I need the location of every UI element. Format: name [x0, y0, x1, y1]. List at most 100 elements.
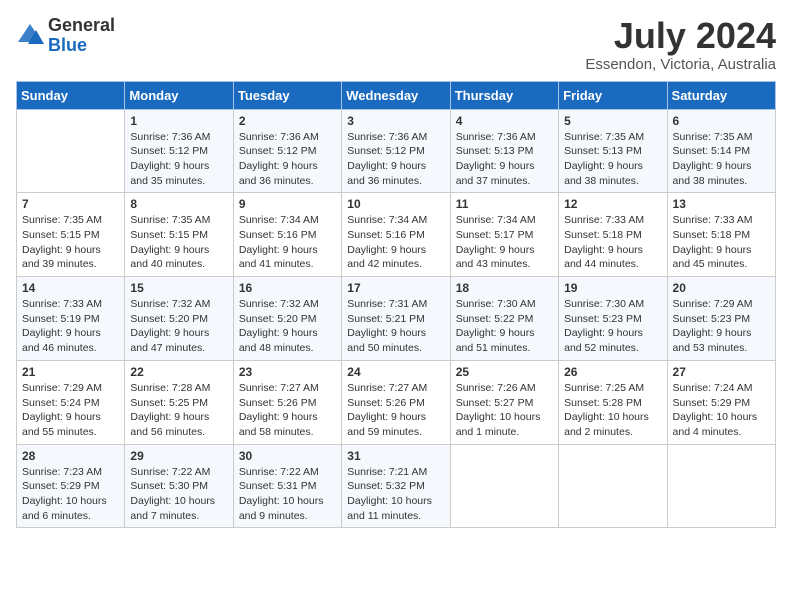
day-cell: 4 Sunrise: 7:36 AM Sunset: 5:13 PM Daylig… [450, 109, 558, 193]
day-info: Sunrise: 7:35 AM Sunset: 5:13 PM Dayligh… [564, 130, 661, 189]
day-info: Sunrise: 7:22 AM Sunset: 5:31 PM Dayligh… [239, 465, 336, 524]
day-number: 3 [347, 114, 444, 128]
day-info: Sunrise: 7:24 AM Sunset: 5:29 PM Dayligh… [673, 381, 770, 440]
calendar-body: 1Sunrise: 7:36 AM Sunset: 5:12 PM Daylig… [17, 109, 776, 528]
day-info: Sunrise: 7:30 AM Sunset: 5:23 PM Dayligh… [564, 297, 661, 356]
day-cell: 26Sunrise: 7:25 AM Sunset: 5:28 PM Dayli… [559, 360, 667, 444]
day-cell: 25Sunrise: 7:26 AM Sunset: 5:27 PM Dayli… [450, 360, 558, 444]
day-number: 18 [456, 281, 553, 295]
day-info: Sunrise: 7:22 AM Sunset: 5:30 PM Dayligh… [130, 465, 227, 524]
day-number: 23 [239, 365, 336, 379]
day-cell: 14 Sunrise: 7:33 AM Sunset: 5:19 PM Dayli… [17, 277, 125, 361]
week-row-5: 28Sunrise: 7:23 AM Sunset: 5:29 PM Dayli… [17, 444, 776, 528]
day-info: Sunrise: 7:34 AM Sunset: 5:16 PM Dayligh… [239, 213, 336, 272]
header-row: SundayMondayTuesdayWednesdayThursdayFrid… [17, 81, 776, 109]
day-number: 24 [347, 365, 444, 379]
day-cell: 7Sunrise: 7:35 AM Sunset: 5:15 PM Daylig… [17, 193, 125, 277]
day-info: Sunrise: 7:23 AM Sunset: 5:29 PM Dayligh… [22, 465, 119, 524]
day-cell: 29Sunrise: 7:22 AM Sunset: 5:30 PM Dayli… [125, 444, 233, 528]
day-number: 16 [239, 281, 336, 295]
day-info: Sunrise: 7:33 AM Sunset: 5:19 PM Dayligh… [22, 297, 119, 356]
week-row-2: 7Sunrise: 7:35 AM Sunset: 5:15 PM Daylig… [17, 193, 776, 277]
day-cell: 19 Sunrise: 7:30 AM Sunset: 5:23 PM Dayli… [559, 277, 667, 361]
header-cell-thursday: Thursday [450, 81, 558, 109]
day-number: 14 [22, 281, 119, 295]
day-info: Sunrise: 7:32 AM Sunset: 5:20 PM Dayligh… [130, 297, 227, 356]
day-info: Sunrise: 7:29 AM Sunset: 5:23 PM Dayligh… [673, 297, 770, 356]
day-number: 20 [673, 281, 770, 295]
day-number: 30 [239, 449, 336, 463]
day-number: 10 [347, 197, 444, 211]
calendar-header: SundayMondayTuesdayWednesdayThursdayFrid… [17, 81, 776, 109]
day-cell: 18 Sunrise: 7:30 AM Sunset: 5:22 PM Dayli… [450, 277, 558, 361]
header-cell-sunday: Sunday [17, 81, 125, 109]
day-info: Sunrise: 7:36 AM Sunset: 5:12 PM Dayligh… [130, 130, 227, 189]
day-info: Sunrise: 7:33 AM Sunset: 5:18 PM Dayligh… [564, 213, 661, 272]
day-number: 17 [347, 281, 444, 295]
week-row-4: 21 Sunrise: 7:29 AM Sunset: 5:24 PM Dayli… [17, 360, 776, 444]
header-cell-tuesday: Tuesday [233, 81, 341, 109]
day-number: 25 [456, 365, 553, 379]
day-number: 11 [456, 197, 553, 211]
day-cell [667, 444, 775, 528]
day-info: Sunrise: 7:28 AM Sunset: 5:25 PM Dayligh… [130, 381, 227, 440]
day-info: Sunrise: 7:34 AM Sunset: 5:17 PM Dayligh… [456, 213, 553, 272]
logo-blue-text: Blue [48, 36, 115, 56]
day-cell: 27 Sunrise: 7:24 AM Sunset: 5:29 PM Dayli… [667, 360, 775, 444]
header-cell-monday: Monday [125, 81, 233, 109]
day-cell [17, 109, 125, 193]
day-cell: 28Sunrise: 7:23 AM Sunset: 5:29 PM Dayli… [17, 444, 125, 528]
week-row-1: 1Sunrise: 7:36 AM Sunset: 5:12 PM Daylig… [17, 109, 776, 193]
calendar-table: SundayMondayTuesdayWednesdayThursdayFrid… [16, 81, 776, 529]
title-area: July 2024 Essendon, Victoria, Australia [585, 16, 776, 73]
header-cell-friday: Friday [559, 81, 667, 109]
day-number: 15 [130, 281, 227, 295]
day-cell: 31 Sunrise: 7:21 AM Sunset: 5:32 PM Dayli… [342, 444, 450, 528]
day-number: 19 [564, 281, 661, 295]
day-info: Sunrise: 7:30 AM Sunset: 5:22 PM Dayligh… [456, 297, 553, 356]
header-cell-saturday: Saturday [667, 81, 775, 109]
day-number: 13 [673, 197, 770, 211]
day-number: 26 [564, 365, 661, 379]
day-cell: 2Sunrise: 7:36 AM Sunset: 5:12 PM Daylig… [233, 109, 341, 193]
day-cell [559, 444, 667, 528]
day-number: 4 [456, 114, 553, 128]
day-info: Sunrise: 7:34 AM Sunset: 5:16 PM Dayligh… [347, 213, 444, 272]
header-cell-wednesday: Wednesday [342, 81, 450, 109]
day-cell: 30 Sunrise: 7:22 AM Sunset: 5:31 PM Dayli… [233, 444, 341, 528]
day-info: Sunrise: 7:35 AM Sunset: 5:14 PM Dayligh… [673, 130, 770, 189]
day-cell: 21 Sunrise: 7:29 AM Sunset: 5:24 PM Dayli… [17, 360, 125, 444]
day-number: 9 [239, 197, 336, 211]
logo-general-text: General [48, 16, 115, 36]
day-info: Sunrise: 7:27 AM Sunset: 5:26 PM Dayligh… [347, 381, 444, 440]
day-cell: 22Sunrise: 7:28 AM Sunset: 5:25 PM Dayli… [125, 360, 233, 444]
day-cell: 12Sunrise: 7:33 AM Sunset: 5:18 PM Dayli… [559, 193, 667, 277]
day-cell: 23Sunrise: 7:27 AM Sunset: 5:26 PM Dayli… [233, 360, 341, 444]
day-cell: 6Sunrise: 7:35 AM Sunset: 5:14 PM Daylig… [667, 109, 775, 193]
day-cell: 5 Sunrise: 7:35 AM Sunset: 5:13 PM Daylig… [559, 109, 667, 193]
day-cell: 1Sunrise: 7:36 AM Sunset: 5:12 PM Daylig… [125, 109, 233, 193]
day-cell: 9 Sunrise: 7:34 AM Sunset: 5:16 PM Daylig… [233, 193, 341, 277]
day-info: Sunrise: 7:36 AM Sunset: 5:12 PM Dayligh… [347, 130, 444, 189]
day-cell: 24 Sunrise: 7:27 AM Sunset: 5:26 PM Dayli… [342, 360, 450, 444]
logo-icon [16, 22, 44, 50]
month-year: July 2024 [585, 16, 776, 56]
day-number: 5 [564, 114, 661, 128]
day-cell: 17 Sunrise: 7:31 AM Sunset: 5:21 PM Dayli… [342, 277, 450, 361]
day-number: 27 [673, 365, 770, 379]
header: General Blue July 2024 Essendon, Victori… [16, 16, 776, 73]
day-number: 21 [22, 365, 119, 379]
day-info: Sunrise: 7:32 AM Sunset: 5:20 PM Dayligh… [239, 297, 336, 356]
day-info: Sunrise: 7:35 AM Sunset: 5:15 PM Dayligh… [22, 213, 119, 272]
week-row-3: 14 Sunrise: 7:33 AM Sunset: 5:19 PM Dayli… [17, 277, 776, 361]
day-cell [450, 444, 558, 528]
day-cell: 13Sunrise: 7:33 AM Sunset: 5:18 PM Dayli… [667, 193, 775, 277]
day-info: Sunrise: 7:36 AM Sunset: 5:12 PM Dayligh… [239, 130, 336, 189]
day-number: 31 [347, 449, 444, 463]
day-info: Sunrise: 7:31 AM Sunset: 5:21 PM Dayligh… [347, 297, 444, 356]
day-info: Sunrise: 7:35 AM Sunset: 5:15 PM Dayligh… [130, 213, 227, 272]
day-info: Sunrise: 7:29 AM Sunset: 5:24 PM Dayligh… [22, 381, 119, 440]
day-info: Sunrise: 7:36 AM Sunset: 5:13 PM Dayligh… [456, 130, 553, 189]
day-cell: 8Sunrise: 7:35 AM Sunset: 5:15 PM Daylig… [125, 193, 233, 277]
day-info: Sunrise: 7:21 AM Sunset: 5:32 PM Dayligh… [347, 465, 444, 524]
